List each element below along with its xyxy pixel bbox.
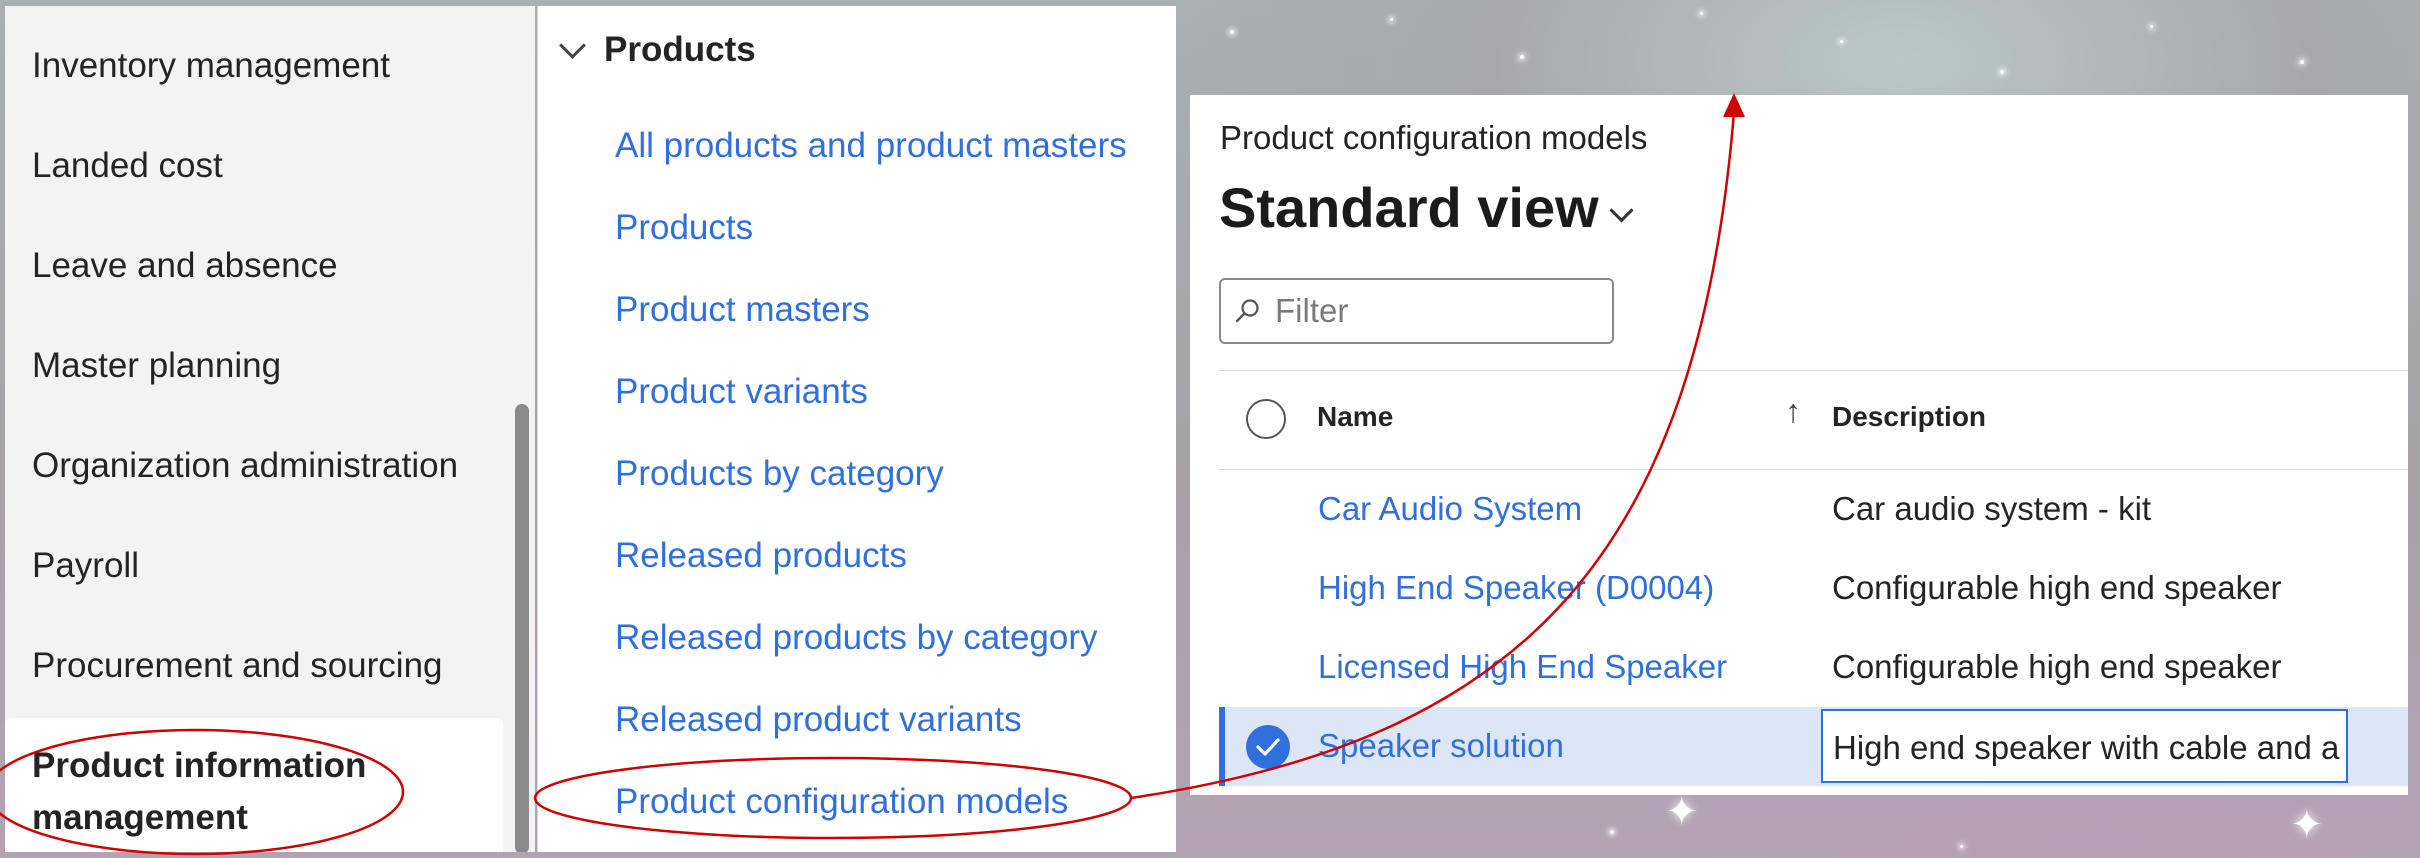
nav-item-organization-administration[interactable]: Organization administration <box>32 446 458 486</box>
table-row[interactable]: Car Audio System Car audio system - kit <box>1219 470 2408 549</box>
background-star <box>2150 25 2153 28</box>
background-star <box>1610 830 1614 834</box>
row-description: Configurable high end speaker <box>1832 648 2282 685</box>
nav-item-leave-and-absence[interactable]: Leave and absence <box>32 246 338 286</box>
row-name-link[interactable]: Car Audio System <box>1318 490 1582 528</box>
column-header-name[interactable]: Name <box>1317 401 1393 433</box>
menu-link-products[interactable]: Products <box>615 208 753 248</box>
table-row[interactable]: Licensed High End Speaker Configurable h… <box>1219 628 2408 707</box>
checkmark-icon <box>1256 738 1280 756</box>
nav-item-payroll[interactable]: Payroll <box>32 546 139 586</box>
background-star <box>1520 55 1524 59</box>
background-star <box>1230 30 1234 34</box>
search-icon <box>1235 299 1259 323</box>
row-name-link[interactable]: Speaker solution <box>1318 727 1564 765</box>
records-grid: Name ↑ Description Car Audio System Car … <box>1219 370 2408 786</box>
chevron-down-icon <box>559 31 586 59</box>
sparkle-icon: ✦ <box>2290 803 2324 847</box>
description-cell-editor[interactable]: High end speaker with cable and a <box>1821 709 2348 783</box>
nav-item-product-information-management[interactable]: Product information management <box>32 740 432 844</box>
menu-link-all-products[interactable]: All products and product masters <box>615 126 1127 166</box>
sparkle-icon: ✦ <box>1665 790 1699 834</box>
select-all-checkbox[interactable] <box>1246 399 1286 439</box>
background-star <box>2300 60 2304 64</box>
nav-item-inventory-management[interactable]: Inventory management <box>32 46 390 86</box>
menu-link-released-products[interactable]: Released products <box>615 536 907 576</box>
nav-item-master-planning[interactable]: Master planning <box>32 346 281 386</box>
background-star <box>1390 18 1393 21</box>
menu-link-product-variants[interactable]: Product variants <box>615 372 868 412</box>
column-header-description[interactable]: Description <box>1832 401 1986 433</box>
menu-link-released-product-variants[interactable]: Released product variants <box>615 700 1022 740</box>
sort-ascending-icon[interactable]: ↑ <box>1785 393 1801 430</box>
chevron-down-icon <box>1609 198 1634 223</box>
filter-field[interactable] <box>1219 278 1614 344</box>
nav-item-procurement-and-sourcing[interactable]: Procurement and sourcing <box>32 646 443 686</box>
background-star <box>1960 845 1963 848</box>
list-page-product-configuration-models: Product configuration models Standard vi… <box>1190 95 2408 795</box>
menu-link-product-masters[interactable]: Product masters <box>615 290 870 330</box>
background-star <box>1700 12 1703 15</box>
table-row[interactable]: High End Speaker (D0004) Configurable hi… <box>1219 549 2408 628</box>
selected-row-indicator <box>1219 707 1225 786</box>
nav-item-landed-cost[interactable]: Landed cost <box>32 146 223 186</box>
view-selector[interactable]: Standard view <box>1219 175 1634 240</box>
row-description: High end speaker with cable and a <box>1833 729 2340 766</box>
page-caption: Product configuration models <box>1220 119 1648 156</box>
background-star <box>1840 40 1843 43</box>
grid-header-row: Name ↑ Description <box>1219 370 2408 470</box>
view-title: Standard view <box>1219 176 1599 239</box>
row-description: Configurable high end speaker <box>1832 569 2282 606</box>
row-name-link[interactable]: High End Speaker (D0004) <box>1318 569 1714 607</box>
menu-link-released-products-by-category[interactable]: Released products by category <box>615 618 1098 658</box>
row-description: Car audio system - kit <box>1832 490 2152 527</box>
row-name-link[interactable]: Licensed High End Speaker <box>1318 648 1727 686</box>
background-star <box>2000 70 2004 74</box>
menu-group-label: Products <box>604 30 756 69</box>
row-checkbox-checked[interactable] <box>1246 725 1290 769</box>
menu-link-products-by-category[interactable]: Products by category <box>615 454 944 494</box>
nav-scrollbar[interactable] <box>515 404 529 852</box>
module-navigation-pane: Inventory management Landed cost Leave a… <box>5 6 535 852</box>
module-menu-pane: Products All products and product master… <box>537 6 1176 852</box>
filter-input[interactable] <box>1273 291 1597 331</box>
menu-group-products[interactable]: Products <box>559 30 756 70</box>
table-row-selected[interactable]: Speaker solution High end speaker with c… <box>1219 707 2408 786</box>
menu-link-product-configuration-models[interactable]: Product configuration models <box>615 782 1068 822</box>
